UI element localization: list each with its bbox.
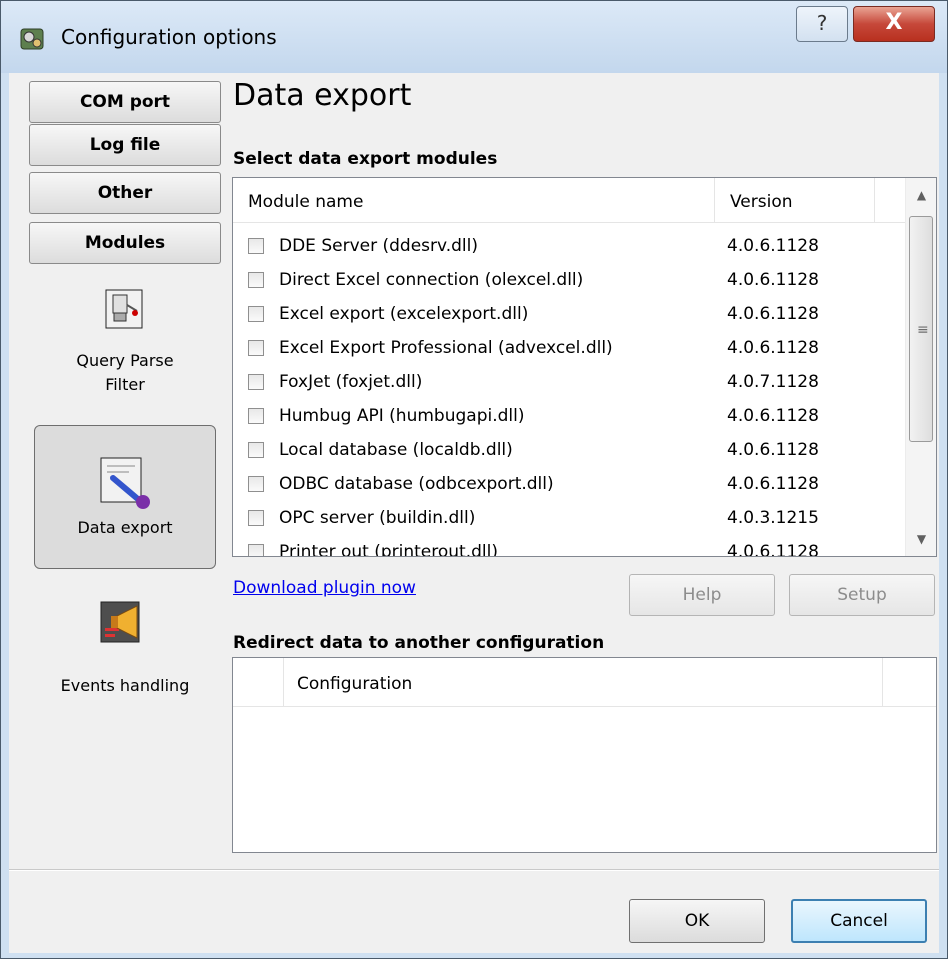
listview-header: Module name Version [233, 178, 905, 223]
module-checkbox[interactable] [248, 510, 264, 526]
title-bar[interactable]: Configuration options ? X [1, 1, 947, 73]
tab-other[interactable]: Other [29, 172, 221, 214]
app-icon [20, 28, 44, 50]
modules-listview[interactable]: Module name Version DDE Server (ddesrv.d… [232, 177, 937, 557]
configuration-options-window: Configuration options ? X COM port Log f… [0, 0, 948, 959]
module-name: Excel Export Professional (advexcel.dll) [279, 338, 613, 358]
redirect-group-label: Redirect data to another configuration [233, 633, 605, 653]
query-parse-filter-icon [105, 289, 143, 329]
redirect-listview[interactable]: Configuration [232, 657, 937, 853]
download-plugin-link[interactable]: Download plugin now [233, 578, 416, 598]
module-version: 4.0.6.1128 [727, 406, 819, 426]
module-version: 4.0.6.1128 [727, 304, 819, 324]
window-title: Configuration options [61, 25, 277, 49]
category-data-export[interactable]: Data export [34, 425, 216, 569]
module-row[interactable]: ODBC database (odbcexport.dll) 4.0.6.1128 [233, 468, 905, 502]
category-label: Events handling [60, 676, 190, 695]
grip-icon: ≡ [917, 322, 929, 338]
module-version: 4.0.6.1128 [727, 440, 819, 460]
module-row[interactable]: DDE Server (ddesrv.dll) 4.0.6.1128 [233, 230, 905, 264]
module-row[interactable]: Printer out (printerout.dll) 4.0.6.1128 [233, 536, 905, 557]
section-title: Data export [233, 78, 412, 113]
module-row[interactable]: Direct Excel connection (olexcel.dll) 4.0… [233, 264, 905, 298]
module-name: OPC server (buildin.dll) [279, 508, 476, 528]
setup-button[interactable]: Setup [789, 574, 935, 616]
module-row[interactable]: Excel Export Professional (advexcel.dll)… [233, 332, 905, 366]
column-header-filler [875, 178, 905, 222]
category-query-parse-filter[interactable]: Query Parse Filter [29, 283, 221, 409]
redirect-header: Configuration [233, 658, 936, 707]
column-header-configuration[interactable]: Configuration [283, 658, 883, 706]
column-header-version[interactable]: Version [715, 178, 875, 222]
module-checkbox[interactable] [248, 408, 264, 424]
module-row[interactable]: Excel export (excelexport.dll) 4.0.6.1128 [233, 298, 905, 332]
module-version: 4.0.6.1128 [727, 236, 819, 256]
module-version: 4.0.6.1128 [727, 338, 819, 358]
module-version: 4.0.3.1215 [727, 508, 819, 528]
tab-com-port[interactable]: COM port [29, 81, 221, 123]
module-name: Direct Excel connection (olexcel.dll) [279, 270, 584, 290]
module-name: ODBC database (odbcexport.dll) [279, 474, 554, 494]
column-header-module-name[interactable]: Module name [233, 178, 715, 222]
question-icon: ? [816, 11, 828, 35]
module-checkbox[interactable] [248, 238, 264, 254]
module-name: Humbug API (humbugapi.dll) [279, 406, 525, 426]
module-checkbox[interactable] [248, 442, 264, 458]
module-name: FoxJet (foxjet.dll) [279, 372, 423, 392]
data-export-icon [100, 457, 150, 509]
tab-modules[interactable]: Modules [29, 222, 221, 264]
close-icon: X [885, 10, 903, 35]
category-events-handling[interactable]: Events handling [29, 588, 221, 700]
module-checkbox[interactable] [248, 272, 264, 288]
module-checkbox[interactable] [248, 306, 264, 322]
module-checkbox[interactable] [248, 476, 264, 492]
close-button[interactable]: X [853, 6, 935, 42]
module-checkbox[interactable] [248, 340, 264, 356]
client-area: COM port Log file Other Modules Query Pa… [9, 73, 939, 953]
module-version: 4.0.6.1128 [727, 474, 819, 494]
module-checkbox[interactable] [248, 374, 264, 390]
help-title-button[interactable]: ? [796, 6, 848, 42]
scroll-down-icon[interactable]: ▼ [906, 522, 936, 556]
module-name: Excel export (excelexport.dll) [279, 304, 529, 324]
module-name: DDE Server (ddesrv.dll) [279, 236, 479, 256]
module-name: Printer out (printerout.dll) [279, 542, 498, 557]
ok-button[interactable]: OK [629, 899, 765, 943]
category-label: Data export [77, 518, 173, 537]
category-label-line2: Filter [105, 375, 145, 394]
modules-group-label: Select data export modules [233, 149, 498, 169]
module-checkbox[interactable] [248, 544, 264, 556]
footer-divider-highlight [9, 870, 939, 871]
category-label-line1: Query Parse [76, 351, 174, 370]
cancel-button[interactable]: Cancel [791, 899, 927, 943]
scroll-thumb[interactable]: ≡ [909, 216, 933, 442]
help-button[interactable]: Help [629, 574, 775, 616]
column-header-checkbox[interactable] [233, 658, 284, 706]
module-row[interactable]: Local database (localdb.dll) 4.0.6.1128 [233, 434, 905, 468]
tab-log-file[interactable]: Log file [29, 124, 221, 166]
module-name: Local database (localdb.dll) [279, 440, 513, 460]
module-version: 4.0.6.1128 [727, 542, 819, 557]
module-row[interactable]: FoxJet (foxjet.dll) 4.0.7.1128 [233, 366, 905, 400]
module-row[interactable]: Humbug API (humbugapi.dll) 4.0.6.1128 [233, 400, 905, 434]
events-handling-icon [100, 601, 140, 643]
vertical-scrollbar[interactable]: ▲ ≡ ▼ [905, 178, 936, 556]
scroll-up-icon[interactable]: ▲ [906, 178, 936, 212]
module-version: 4.0.7.1128 [727, 372, 819, 392]
module-version: 4.0.6.1128 [727, 270, 819, 290]
module-row[interactable]: OPC server (buildin.dll) 4.0.3.1215 [233, 502, 905, 536]
